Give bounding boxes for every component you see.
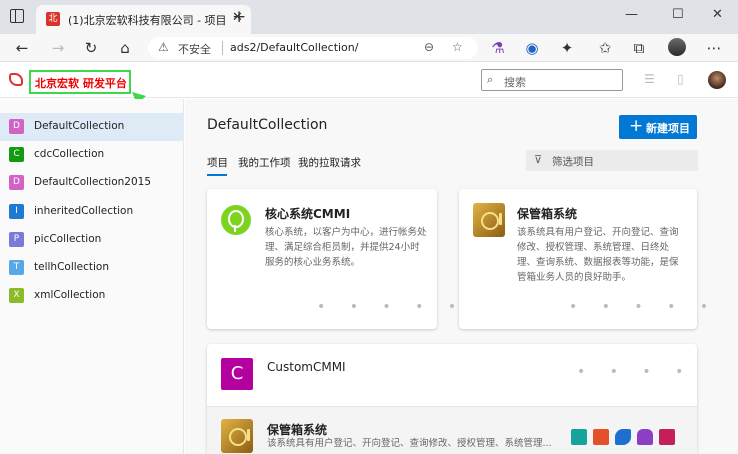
warning-icon: ⚠: [158, 40, 169, 54]
address-url[interactable]: ads2/DefaultCollection/: [230, 41, 358, 54]
filter-icon: ⊽: [534, 153, 543, 166]
sidebar-item-label: DefaultCollection2015: [34, 176, 152, 188]
pipelines-icon[interactable]: [615, 429, 631, 445]
repos-icon[interactable]: [593, 429, 609, 445]
favicon-icon: 北: [46, 12, 60, 26]
plus-icon: +: [629, 116, 644, 136]
extension-compass-icon[interactable]: ◉: [522, 38, 542, 58]
new-project-label: 新建项目: [646, 122, 690, 135]
favorite-star-icon[interactable]: ☆: [452, 40, 463, 54]
extensions-puzzle-icon[interactable]: ✦: [557, 38, 577, 58]
insecure-label[interactable]: 不安全: [178, 41, 211, 57]
org-name[interactable]: 北京宏软 研发平台: [35, 75, 127, 91]
maximize-button[interactable]: ☐: [672, 7, 684, 22]
more-menu-icon[interactable]: ⋯: [704, 38, 724, 58]
filter-projects-input[interactable]: ⊽ 筛选项目: [526, 150, 698, 171]
project-card[interactable]: 保管箱系统 该系统具有用户登记、开向登记、查询修改、授权管理、系统管理、日终处理…: [459, 189, 708, 329]
sidebar-item-tellhcollection[interactable]: T tellhCollection: [0, 254, 184, 282]
tab-actions-icon[interactable]: [10, 9, 24, 23]
tab-projects[interactable]: 项目: [207, 155, 228, 170]
page-title: DefaultCollection: [207, 117, 328, 133]
collection-badge: P: [9, 232, 24, 247]
browser-tab-bar: 北 (1)北京宏软科技有限公司 - 项目 ✕ + — ☐ ✕: [0, 0, 738, 34]
address-bar[interactable]: ⚠ 不安全 ads2/DefaultCollection/ ⊖ ☆: [148, 37, 478, 59]
project-links-dots[interactable]: • • • • •: [569, 299, 718, 315]
safe-icon: [221, 419, 253, 453]
collections-icon[interactable]: ⧉: [629, 38, 649, 58]
collection-badge: T: [9, 260, 24, 275]
active-tab-indicator: [207, 174, 227, 176]
address-divider: [222, 41, 223, 55]
recent-project-panel: C CustomCMMI • • • • 保管箱系统 该系统具有用户登记、开向登…: [207, 344, 697, 454]
sidebar-item-label: picCollection: [34, 233, 102, 245]
main-content: DefaultCollection + 新建项目 项目 我的工作项 我的拉取请求…: [185, 99, 738, 454]
project-name[interactable]: 保管箱系统: [517, 205, 577, 222]
project-name[interactable]: 核心系统CMMI: [265, 205, 350, 222]
shopping-bag-icon[interactable]: ▯: [677, 72, 684, 86]
collections-sidebar: D DefaultCollection C cdcCollection D De…: [0, 99, 184, 454]
sidebar-item-defaultcollection2015[interactable]: D DefaultCollection2015: [0, 169, 184, 197]
project-description: 该系统具有用户登记、开向登记、查询修改、授权管理、系统管理、日终处理、查询系统、…: [517, 227, 679, 283]
project-links-dots[interactable]: • • • •: [577, 364, 693, 380]
tab-my-work-items[interactable]: 我的工作项: [238, 155, 291, 170]
search-icon: ⌕: [487, 73, 494, 86]
safe-icon: [473, 203, 505, 237]
new-tab-button[interactable]: +: [232, 7, 246, 27]
collection-badge: I: [9, 204, 24, 219]
org-name-highlight: 北京宏软 研发平台: [29, 70, 131, 94]
boards-icon[interactable]: [571, 429, 587, 445]
project-avatar-icon: [221, 205, 251, 235]
minimize-button[interactable]: —: [625, 7, 638, 22]
sidebar-item-label: DefaultCollection: [34, 120, 125, 132]
project-description: 核心系统，以客户为中心，进行帐务处理、满足综合柜员制，并提供24小时服务的核心业…: [265, 227, 427, 268]
collection-badge: C: [9, 147, 24, 162]
list-icon[interactable]: ☰: [644, 72, 655, 86]
browser-profile-avatar[interactable]: [668, 38, 686, 56]
artifacts-icon[interactable]: [659, 429, 675, 445]
sidebar-item-label: inheritedCollection: [34, 205, 134, 217]
browser-toolbar: ← → ↻ ⌂ ⚠ 不安全 ads2/DefaultCollection/ ⊖ …: [0, 34, 738, 62]
sub-project-row[interactable]: 保管箱系统 该系统具有用户登记、开向登记、查询修改、授权管理、系统管理...: [207, 406, 697, 454]
search-input[interactable]: ⌕ 搜索: [481, 69, 623, 91]
home-button[interactable]: ⌂: [115, 38, 135, 58]
app-header: 北京宏软 研发平台 ⌕ 搜索 ☰ ▯: [0, 62, 738, 98]
back-button[interactable]: ←: [12, 38, 32, 58]
sidebar-item-cdccollection[interactable]: C cdcCollection: [0, 141, 184, 169]
collection-badge: D: [9, 175, 24, 190]
browser-tab[interactable]: 北 (1)北京宏软科技有限公司 - 项目 ✕: [36, 5, 251, 34]
tab-my-pull-requests[interactable]: 我的拉取请求: [298, 155, 361, 170]
close-window-button[interactable]: ✕: [712, 7, 723, 22]
test-plans-icon[interactable]: [637, 429, 653, 445]
extension-flask-icon[interactable]: ⚗: [488, 38, 508, 58]
project-links-dots[interactable]: • • • • •: [317, 299, 466, 315]
new-project-button[interactable]: + 新建项目: [619, 115, 697, 139]
project-card[interactable]: 核心系统CMMI 核心系统，以客户为中心，进行帐务处理、满足综合柜员制，并提供2…: [207, 189, 456, 329]
sidebar-item-piccollection[interactable]: P picCollection: [0, 226, 184, 254]
project-name[interactable]: CustomCMMI: [267, 360, 346, 374]
project-avatar-icon: C: [221, 358, 253, 390]
collection-badge: X: [9, 288, 24, 303]
sidebar-item-xmlcollection[interactable]: X xmlCollection: [0, 282, 184, 310]
refresh-button[interactable]: ↻: [81, 38, 101, 58]
sidebar-item-inheritedcollection[interactable]: I inheritedCollection: [0, 198, 184, 226]
project-description: 该系统具有用户登记、开向登记、查询修改、授权管理、系统管理...: [267, 438, 552, 449]
tab-title: (1)北京宏软科技有限公司 - 项目: [68, 14, 227, 27]
azure-devops-logo-icon[interactable]: [9, 73, 23, 86]
sidebar-item-label: cdcCollection: [34, 148, 105, 160]
filter-placeholder: 筛选项目: [552, 156, 594, 168]
user-avatar[interactable]: [708, 71, 726, 89]
sidebar-item-label: tellhCollection: [34, 261, 110, 273]
zoom-icon[interactable]: ⊖: [424, 40, 434, 54]
search-placeholder: 搜索: [504, 76, 526, 89]
favorites-icon[interactable]: ✩: [595, 38, 615, 58]
forward-button[interactable]: →: [48, 38, 68, 58]
sidebar-item-defaultcollection[interactable]: D DefaultCollection: [0, 113, 184, 141]
sidebar-item-label: xmlCollection: [34, 289, 106, 301]
collection-badge: D: [9, 119, 24, 134]
